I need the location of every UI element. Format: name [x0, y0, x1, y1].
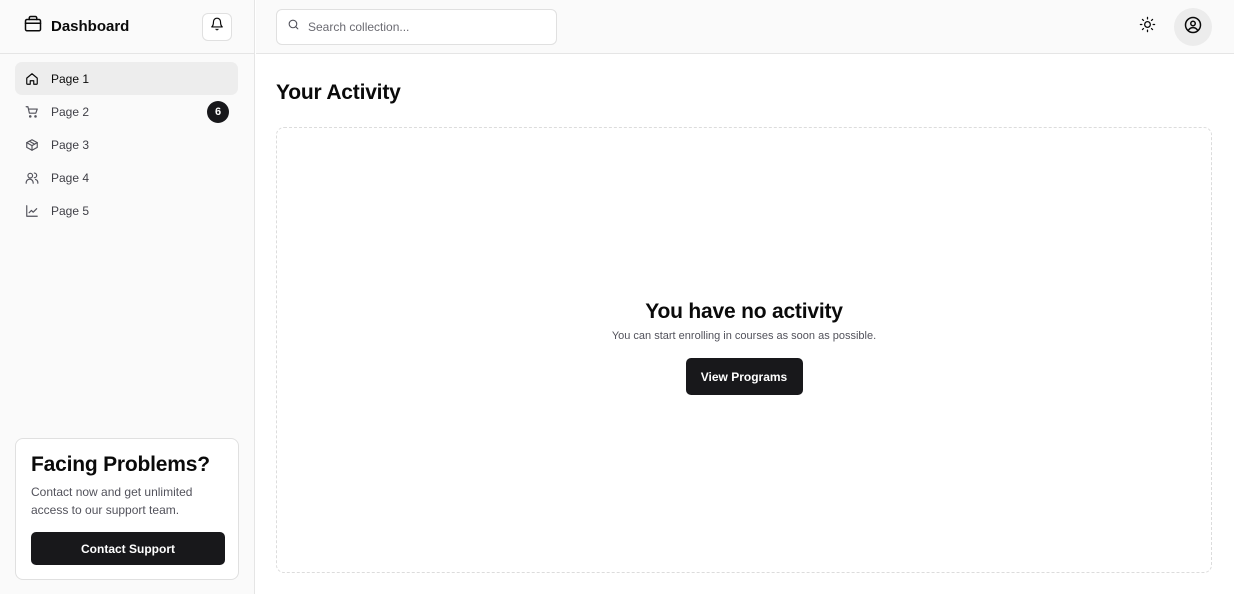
line-chart-icon — [25, 204, 39, 218]
user-menu-button[interactable] — [1174, 8, 1212, 46]
notification-badge: 6 — [207, 100, 229, 123]
user-circle-icon — [1184, 16, 1202, 39]
sidebar-nav: Page 1 Page 2 6 Page 3 Page 4 Page 5 — [0, 54, 254, 227]
sidebar-item-label: Page 4 — [51, 170, 90, 185]
brand-title: Dashboard — [51, 18, 130, 35]
main-content: Your Activity You have no activity You c… — [256, 55, 1234, 594]
sidebar-item-label: Page 1 — [51, 71, 90, 86]
sidebar-item-page-5[interactable]: Page 5 — [15, 194, 238, 227]
empty-state-title: You have no activity — [645, 300, 843, 323]
brand-link[interactable]: Dashboard — [24, 15, 202, 38]
sidebar-item-label: Page 3 — [51, 137, 90, 152]
search-box[interactable] — [276, 9, 557, 45]
home-icon — [25, 72, 39, 86]
sidebar-item-page-4[interactable]: Page 4 — [15, 161, 238, 194]
sidebar-item-page-3[interactable]: Page 3 — [15, 128, 238, 161]
page-title: Your Activity — [276, 81, 401, 104]
support-text: Contact now and get unlimited access to … — [31, 485, 193, 517]
sidebar-item-label: Page 5 — [51, 203, 90, 218]
contact-support-button[interactable]: Contact Support — [31, 532, 225, 565]
view-programs-button[interactable]: View Programs — [685, 358, 803, 395]
sidebar: Dashboard Page 1 Page 2 6 Page 3 Page 4 … — [0, 0, 255, 594]
bell-icon — [210, 17, 224, 36]
store-icon — [24, 15, 42, 38]
empty-state-content: You have no activity You can start enrol… — [277, 300, 1211, 395]
sidebar-item-page-1[interactable]: Page 1 — [15, 62, 238, 95]
sidebar-item-page-2[interactable]: Page 2 6 — [15, 95, 238, 128]
brand-bar: Dashboard — [0, 0, 254, 54]
empty-state: You have no activity You can start enrol… — [276, 127, 1212, 573]
search-input[interactable] — [308, 20, 546, 34]
package-icon — [25, 138, 39, 152]
theme-toggle-button[interactable] — [1132, 12, 1162, 42]
support-card: Facing Problems? Contact now and get unl… — [15, 438, 239, 580]
cart-icon — [25, 105, 39, 119]
topbar — [256, 0, 1234, 54]
sidebar-item-label: Page 2 — [51, 104, 90, 119]
search-icon — [287, 18, 300, 36]
empty-state-text: You can start enrolling in courses as so… — [611, 330, 877, 342]
notifications-button[interactable] — [202, 12, 232, 41]
sun-icon — [1139, 16, 1156, 38]
users-icon — [25, 171, 39, 185]
support-title: Facing Problems? — [31, 453, 210, 476]
